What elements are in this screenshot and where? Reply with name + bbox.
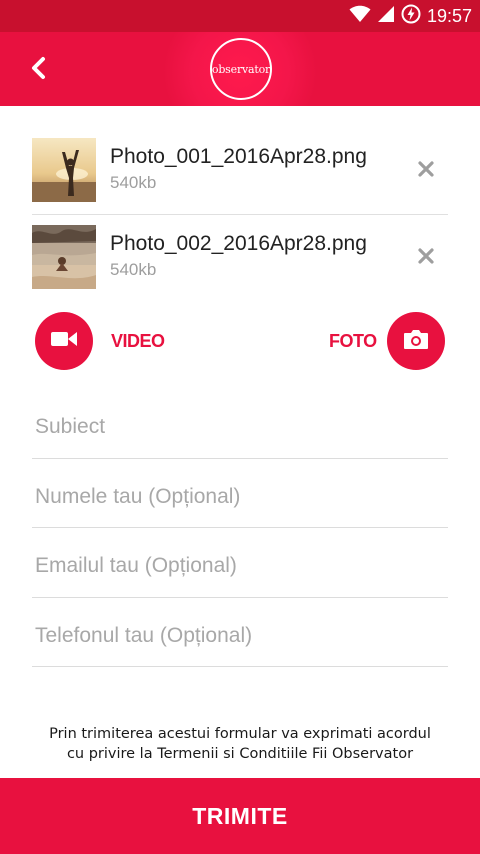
- email-input[interactable]: [35, 552, 435, 580]
- submission-form: [32, 389, 448, 667]
- email-field: [32, 528, 448, 598]
- status-bar: 19:57: [0, 0, 480, 32]
- attachment-item: Photo_002_2016Apr28.png 540kb: [32, 215, 448, 301]
- chevron-left-icon: [28, 56, 48, 85]
- logo-text: observator: [211, 62, 271, 76]
- attachment-info: Photo_002_2016Apr28.png 540kb: [110, 231, 367, 281]
- file-size: 540kb: [110, 173, 157, 192]
- video-label[interactable]: VIDEO: [111, 330, 165, 352]
- video-button[interactable]: [35, 312, 93, 370]
- attachment-list: Photo_001_2016Apr28.png 540kb Photo_002_…: [32, 128, 448, 301]
- back-button[interactable]: [18, 50, 58, 90]
- phone-input[interactable]: [35, 621, 435, 650]
- camera-icon: [403, 328, 429, 355]
- observator-logo: observator: [210, 38, 272, 100]
- status-icons: 19:57: [349, 4, 472, 28]
- photo-thumbnail[interactable]: [32, 138, 96, 202]
- battery-charging-icon: [401, 4, 421, 29]
- terms-line-2: cu privire la Termenii si Conditiile Fii…: [66, 746, 414, 762]
- screen: 19:57 observator Photo_001_2016Apr28.png…: [0, 0, 480, 854]
- submit-label: TRIMITE: [192, 802, 288, 829]
- foto-button[interactable]: [387, 312, 445, 370]
- name-input[interactable]: [35, 482, 435, 511]
- terms-text: Prin trimiterea acestui formular va expr…: [20, 724, 460, 764]
- remove-attachment-button[interactable]: [414, 159, 438, 183]
- close-icon: [418, 247, 434, 269]
- video-camera-icon: [51, 330, 77, 353]
- phone-field: [32, 598, 448, 667]
- attachment-info: Photo_001_2016Apr28.png 540kb: [110, 144, 367, 194]
- subject-field: [32, 389, 448, 459]
- name-field: [32, 459, 448, 528]
- wifi-icon: [349, 5, 371, 28]
- file-name: Photo_002_2016Apr28.png: [110, 232, 367, 255]
- photo-thumbnail[interactable]: [32, 225, 96, 289]
- foto-label[interactable]: FOTO: [329, 330, 377, 352]
- cell-signal-icon: [377, 5, 395, 28]
- media-buttons: VIDEO FOTO: [0, 312, 480, 370]
- submit-button[interactable]: TRIMITE: [0, 778, 480, 854]
- remove-attachment-button[interactable]: [414, 246, 438, 270]
- app-bar: observator: [0, 32, 480, 106]
- file-name: Photo_001_2016Apr28.png: [110, 145, 367, 168]
- status-time: 19:57: [426, 6, 472, 26]
- terms-line-1: Prin trimiterea acestui formular va expr…: [49, 726, 431, 742]
- file-size: 540kb: [110, 260, 157, 279]
- subject-input[interactable]: [35, 413, 435, 441]
- close-icon: [418, 160, 434, 182]
- attachment-item: Photo_001_2016Apr28.png 540kb: [32, 128, 448, 214]
